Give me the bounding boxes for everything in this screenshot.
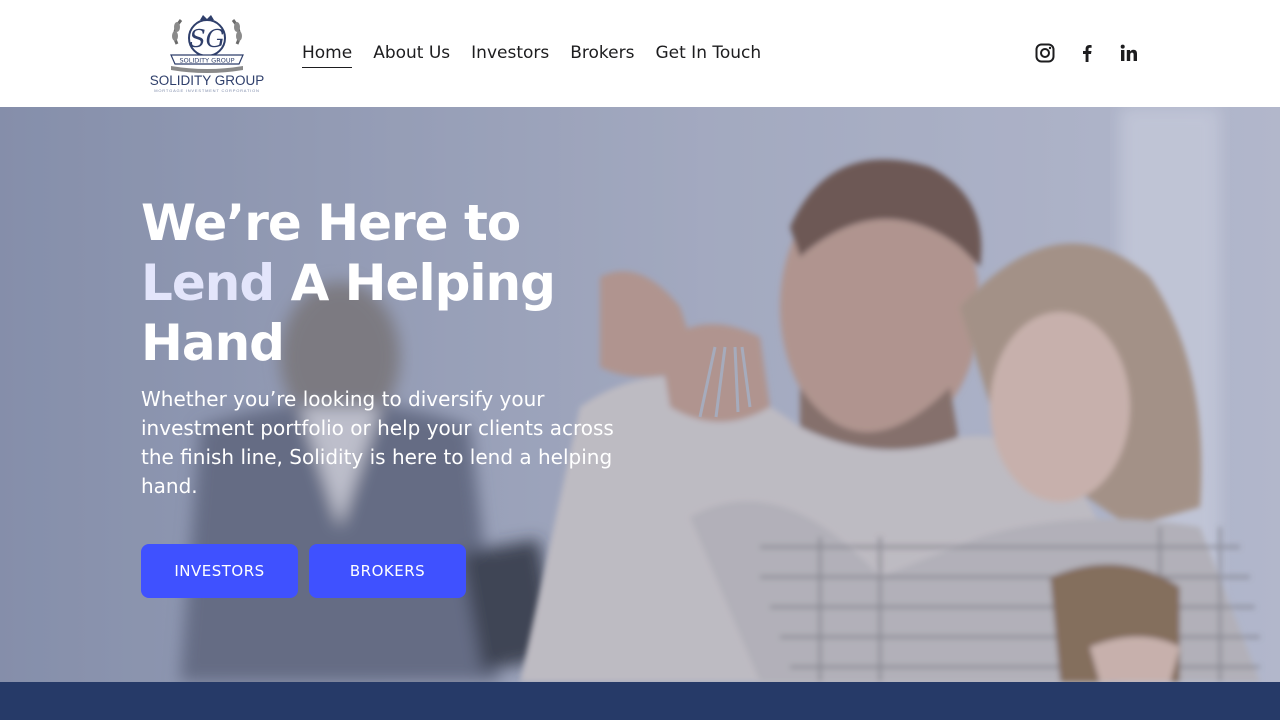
- social-links: [1034, 42, 1140, 64]
- headline-accent-word: Lend: [141, 254, 275, 312]
- logo-ribbon-text: SOLIDITY GROUP: [179, 57, 234, 65]
- nav-get-in-touch[interactable]: Get In Touch: [655, 42, 761, 68]
- nav-about-us[interactable]: About Us: [373, 42, 450, 68]
- hero-subtext: Whether you’re looking to diversify your…: [141, 387, 614, 498]
- headline-line-2-rest: A Helping: [274, 254, 556, 312]
- logo-tagline: MORTGAGE INVESTMENT CORPORATION: [154, 88, 259, 93]
- logo-monogram: SG: [189, 25, 225, 53]
- logo-wordmark: SOLIDITY GROUP: [150, 73, 265, 88]
- headline-line-1: We’re Here to: [141, 194, 521, 252]
- linkedin-icon[interactable]: [1118, 42, 1140, 64]
- brokers-button[interactable]: BROKERS: [309, 544, 466, 598]
- hero-section: We’re Here to Lend A Helping Hand Whethe…: [0, 107, 1280, 682]
- logo-graphic: SG SOLIDITY GROUP SOLIDITY GROUP MORTGAG…: [150, 15, 265, 93]
- nav-brokers[interactable]: Brokers: [570, 42, 634, 68]
- hero-headline: We’re Here to Lend A Helping Hand: [141, 193, 641, 373]
- site-header: SG SOLIDITY GROUP SOLIDITY GROUP MORTGAG…: [0, 0, 1280, 107]
- facebook-icon[interactable]: [1076, 42, 1098, 64]
- solidity-group-logo[interactable]: SG SOLIDITY GROUP SOLIDITY GROUP MORTGAG…: [141, 14, 273, 94]
- instagram-icon[interactable]: [1034, 42, 1056, 64]
- nav-investors[interactable]: Investors: [471, 42, 549, 68]
- next-section-band: [0, 682, 1280, 720]
- investors-button[interactable]: INVESTORS: [141, 544, 298, 598]
- nav-home[interactable]: Home: [302, 42, 353, 68]
- main-nav: Home About Us Investors Brokers Get In T…: [302, 42, 782, 68]
- headline-line-3: Hand: [141, 314, 285, 372]
